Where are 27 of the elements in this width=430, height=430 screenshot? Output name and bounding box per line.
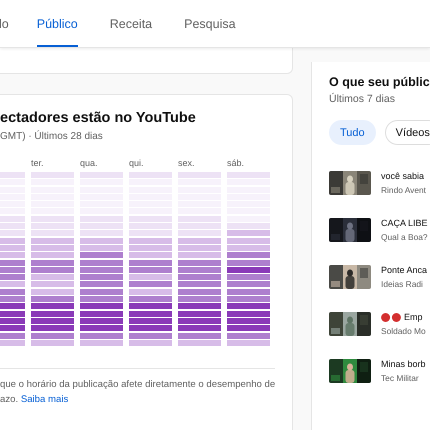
info-text: que o horário da publicação afete diretamente o desempenho de azo. Saiba mais — [0, 378, 276, 408]
tab[interactable]: Pesquisa — [184, 0, 236, 47]
learn-more-link[interactable]: Saiba mais — [20, 394, 68, 406]
filter-chip[interactable]: Vídeos — [384, 120, 430, 145]
video-title[interactable]: Ponte Anca — [381, 265, 428, 275]
day-label: qua. — [80, 158, 99, 170]
day-label: ter. — [31, 158, 45, 170]
card-title: ectadores estão no YouTube — [0, 110, 196, 126]
day-label: sáb. — [227, 158, 246, 170]
video-title[interactable]: Minas borb — [381, 359, 426, 369]
video-title[interactable]: você sabia — [381, 171, 424, 181]
channel-name: Tec Militar — [381, 373, 420, 383]
channel-name: Soldado Mo — [381, 326, 426, 336]
channel-name: Rindo Avent — [381, 185, 426, 195]
video-title[interactable]: CAÇA LIBE — [381, 218, 428, 228]
filter-chip[interactable]: Tudo — [329, 120, 376, 145]
panel-subtitle: Últimos 7 dias — [329, 93, 396, 105]
circles-icon — [381, 312, 401, 322]
day-label: qui. — [129, 158, 145, 170]
tab[interactable]: lo — [0, 0, 9, 47]
card-subtitle: GMT) · Últimos 28 dias — [0, 131, 103, 142]
channel-name: Qual a Boa? — [381, 232, 428, 242]
channel-name: Ideias Radi — [381, 279, 424, 289]
video-title[interactable]: Emp — [404, 312, 423, 322]
panel-title: O que seu públic — [329, 75, 430, 89]
tab[interactable]: Receita — [110, 0, 152, 47]
day-label: sex. — [178, 158, 196, 170]
